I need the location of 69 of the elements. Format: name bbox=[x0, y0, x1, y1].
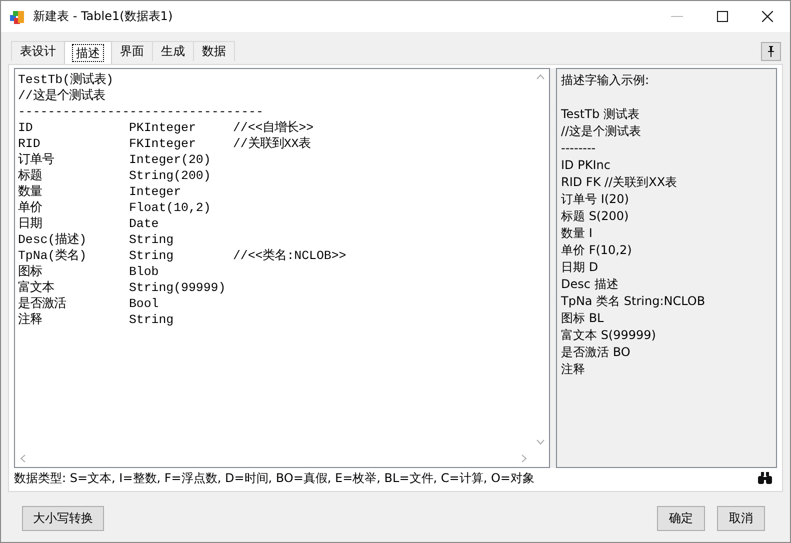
field-name: Desc(描述) bbox=[18, 232, 88, 248]
binoculars-icon[interactable] bbox=[757, 472, 773, 484]
field-name: 日期 bbox=[18, 216, 43, 232]
case-convert-button[interactable]: 大小写转换 bbox=[22, 506, 104, 530]
example-line: TpNa 类名 String:NCLOB bbox=[561, 293, 706, 310]
example-line: 注释 bbox=[561, 361, 586, 378]
field-name: 是否激活 bbox=[18, 296, 67, 312]
cancel-button[interactable]: 取消 bbox=[717, 506, 765, 530]
field-type: PKInteger bbox=[129, 120, 197, 136]
data-type-legend: 数据类型: S=文本, I=整数, F=浮点数, D=时间, BO=真假, E=枚举, BL=文件, C=计算, O=对象 bbox=[14, 470, 534, 486]
field-name: 注释 bbox=[18, 312, 43, 328]
scroll-down-icon[interactable] bbox=[536, 439, 545, 445]
field-type: String bbox=[129, 312, 175, 328]
field-comment: //<<类名:NCLOB>> bbox=[233, 248, 346, 264]
field-name: 订单号 bbox=[18, 152, 55, 168]
window-title: 新建表 - Table1(数据表1) bbox=[33, 8, 173, 25]
example-line: 数量 I bbox=[561, 225, 594, 242]
example-line: Desc 描述 bbox=[561, 276, 620, 293]
scroll-left-icon[interactable] bbox=[20, 454, 26, 463]
example-line: 是否激活 BO bbox=[561, 344, 632, 361]
field-name: 单价 bbox=[18, 200, 43, 216]
field-name: 数量 bbox=[18, 184, 43, 200]
app-icon bbox=[9, 8, 25, 24]
field-type: FKInteger bbox=[129, 136, 197, 152]
field-name: 标题 bbox=[18, 168, 43, 184]
pin-button[interactable] bbox=[761, 42, 781, 61]
field-name: TpNa(类名) bbox=[18, 248, 88, 264]
field-comment: //<<自增长>> bbox=[233, 120, 314, 136]
example-line: 富文本 S(99999) bbox=[561, 327, 657, 344]
field-type: String(200) bbox=[129, 168, 212, 184]
field-type: String bbox=[129, 248, 175, 264]
tab[interactable]: 数据 bbox=[193, 41, 235, 61]
tab[interactable]: 表设计 bbox=[11, 41, 65, 61]
example-line: -------- bbox=[561, 140, 597, 157]
example-line: //这是个测试表 bbox=[561, 123, 642, 140]
field-type: Float(10,2) bbox=[129, 200, 212, 216]
code-line: --------------------------------- bbox=[18, 104, 264, 120]
maximize-icon[interactable] bbox=[717, 11, 728, 22]
field-type: Integer(20) bbox=[129, 152, 212, 168]
code-line: //这是个测试表 bbox=[18, 88, 105, 104]
field-type: Date bbox=[129, 216, 160, 232]
example-line: 订单号 I(20) bbox=[561, 191, 630, 208]
pin-icon[interactable] bbox=[767, 46, 775, 57]
tab[interactable]: 描述 bbox=[64, 41, 112, 64]
code-line: TestTb(测试表) bbox=[18, 72, 114, 88]
field-type: String(99999) bbox=[129, 280, 227, 296]
field-type: String bbox=[129, 232, 175, 248]
example-line: ID PKInc bbox=[561, 157, 612, 174]
field-name: 图标 bbox=[18, 264, 43, 280]
text-editor[interactable] bbox=[14, 68, 550, 468]
example-line: 单价 F(10,2) bbox=[561, 242, 633, 259]
close-icon[interactable] bbox=[762, 11, 773, 22]
scroll-up-icon[interactable] bbox=[536, 74, 545, 80]
splitter-handle[interactable] bbox=[550, 68, 556, 468]
example-line: 图标 BL bbox=[561, 310, 605, 327]
scroll-right-icon[interactable] bbox=[521, 454, 527, 463]
field-name: RID bbox=[18, 136, 42, 152]
example-line: 日期 D bbox=[561, 259, 600, 276]
field-name: 富文本 bbox=[18, 280, 55, 296]
example-line: TestTb 测试表 bbox=[561, 106, 640, 123]
field-type: Integer bbox=[129, 184, 182, 200]
field-name: ID bbox=[18, 120, 34, 136]
field-comment: //关联到XX表 bbox=[233, 136, 311, 152]
ok-button[interactable]: 确定 bbox=[657, 506, 705, 530]
field-type: Blob bbox=[129, 264, 160, 280]
example-line: 标题 S(200) bbox=[561, 208, 630, 225]
example-title: 描述字输入示例: bbox=[561, 72, 650, 89]
example-line: RID FK //关联到XX表 bbox=[561, 174, 678, 191]
field-type: Bool bbox=[129, 296, 160, 312]
